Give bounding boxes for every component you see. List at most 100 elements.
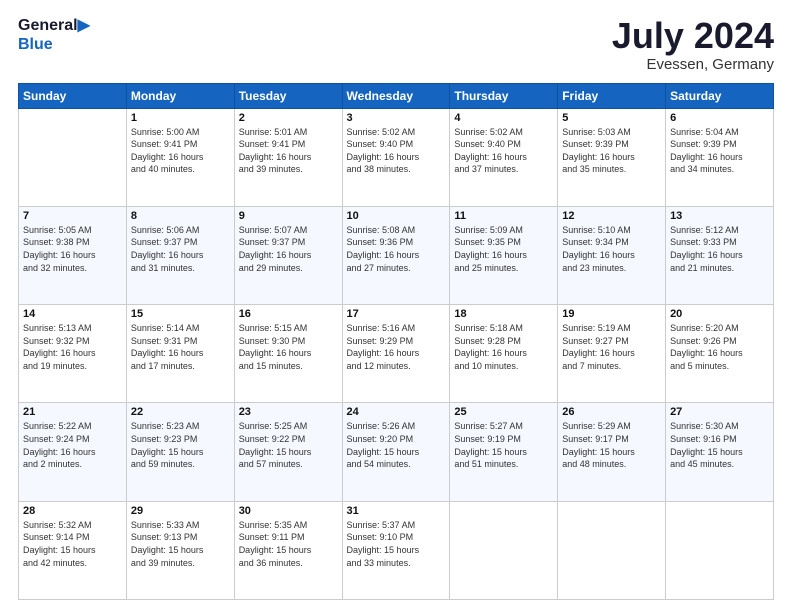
cell-info: Sunrise: 5:02 AMSunset: 9:40 PMDaylight:…	[347, 126, 446, 176]
day-number: 4	[454, 112, 553, 124]
day-number: 6	[670, 112, 769, 124]
day-number: 30	[239, 505, 338, 517]
calendar-cell: 28 Sunrise: 5:32 AMSunset: 9:14 PMDaylig…	[19, 501, 127, 599]
subtitle: Evessen, Germany	[612, 56, 774, 73]
calendar-cell: 11 Sunrise: 5:09 AMSunset: 9:35 PMDaylig…	[450, 206, 558, 304]
cell-info: Sunrise: 5:25 AMSunset: 9:22 PMDaylight:…	[239, 420, 338, 470]
calendar-cell: 15 Sunrise: 5:14 AMSunset: 9:31 PMDaylig…	[126, 305, 234, 403]
page: General▶ Blue July 2024 Evessen, Germany…	[0, 0, 792, 612]
logo: General▶ Blue	[18, 16, 90, 54]
cell-info: Sunrise: 5:16 AMSunset: 9:29 PMDaylight:…	[347, 322, 446, 372]
calendar-cell: 5 Sunrise: 5:03 AMSunset: 9:39 PMDayligh…	[558, 108, 666, 206]
day-number: 28	[23, 505, 122, 517]
calendar-cell: 22 Sunrise: 5:23 AMSunset: 9:23 PMDaylig…	[126, 403, 234, 501]
cell-info: Sunrise: 5:18 AMSunset: 9:28 PMDaylight:…	[454, 322, 553, 372]
calendar-cell: 8 Sunrise: 5:06 AMSunset: 9:37 PMDayligh…	[126, 206, 234, 304]
cell-info: Sunrise: 5:03 AMSunset: 9:39 PMDaylight:…	[562, 126, 661, 176]
day-number: 21	[23, 406, 122, 418]
calendar-cell: 2 Sunrise: 5:01 AMSunset: 9:41 PMDayligh…	[234, 108, 342, 206]
calendar-cell: 26 Sunrise: 5:29 AMSunset: 9:17 PMDaylig…	[558, 403, 666, 501]
cell-info: Sunrise: 5:19 AMSunset: 9:27 PMDaylight:…	[562, 322, 661, 372]
calendar-week-row: 7 Sunrise: 5:05 AMSunset: 9:38 PMDayligh…	[19, 206, 774, 304]
calendar-cell: 27 Sunrise: 5:30 AMSunset: 9:16 PMDaylig…	[666, 403, 774, 501]
cell-info: Sunrise: 5:05 AMSunset: 9:38 PMDaylight:…	[23, 224, 122, 274]
calendar-cell: 25 Sunrise: 5:27 AMSunset: 9:19 PMDaylig…	[450, 403, 558, 501]
day-number: 13	[670, 210, 769, 222]
day-number: 14	[23, 308, 122, 320]
day-number: 27	[670, 406, 769, 418]
calendar-cell	[666, 501, 774, 599]
calendar-cell: 31 Sunrise: 5:37 AMSunset: 9:10 PMDaylig…	[342, 501, 450, 599]
cell-info: Sunrise: 5:12 AMSunset: 9:33 PMDaylight:…	[670, 224, 769, 274]
day-number: 12	[562, 210, 661, 222]
calendar-cell: 13 Sunrise: 5:12 AMSunset: 9:33 PMDaylig…	[666, 206, 774, 304]
calendar-cell: 7 Sunrise: 5:05 AMSunset: 9:38 PMDayligh…	[19, 206, 127, 304]
day-number: 16	[239, 308, 338, 320]
calendar-cell: 10 Sunrise: 5:08 AMSunset: 9:36 PMDaylig…	[342, 206, 450, 304]
calendar-cell: 9 Sunrise: 5:07 AMSunset: 9:37 PMDayligh…	[234, 206, 342, 304]
cell-info: Sunrise: 5:37 AMSunset: 9:10 PMDaylight:…	[347, 519, 446, 569]
day-number: 10	[347, 210, 446, 222]
calendar-cell: 4 Sunrise: 5:02 AMSunset: 9:40 PMDayligh…	[450, 108, 558, 206]
calendar-cell	[450, 501, 558, 599]
day-number: 2	[239, 112, 338, 124]
calendar-cell: 16 Sunrise: 5:15 AMSunset: 9:30 PMDaylig…	[234, 305, 342, 403]
day-number: 17	[347, 308, 446, 320]
calendar-table: Sunday Monday Tuesday Wednesday Thursday…	[18, 83, 774, 600]
calendar-week-row: 21 Sunrise: 5:22 AMSunset: 9:24 PMDaylig…	[19, 403, 774, 501]
calendar-cell	[558, 501, 666, 599]
calendar-cell: 17 Sunrise: 5:16 AMSunset: 9:29 PMDaylig…	[342, 305, 450, 403]
cell-info: Sunrise: 5:27 AMSunset: 9:19 PMDaylight:…	[454, 420, 553, 470]
day-number: 8	[131, 210, 230, 222]
calendar-cell: 18 Sunrise: 5:18 AMSunset: 9:28 PMDaylig…	[450, 305, 558, 403]
day-number: 11	[454, 210, 553, 222]
day-number: 15	[131, 308, 230, 320]
day-number: 22	[131, 406, 230, 418]
day-number: 19	[562, 308, 661, 320]
cell-info: Sunrise: 5:33 AMSunset: 9:13 PMDaylight:…	[131, 519, 230, 569]
cell-info: Sunrise: 5:09 AMSunset: 9:35 PMDaylight:…	[454, 224, 553, 274]
calendar-week-row: 1 Sunrise: 5:00 AMSunset: 9:41 PMDayligh…	[19, 108, 774, 206]
cell-info: Sunrise: 5:10 AMSunset: 9:34 PMDaylight:…	[562, 224, 661, 274]
cell-info: Sunrise: 5:30 AMSunset: 9:16 PMDaylight:…	[670, 420, 769, 470]
calendar-cell: 21 Sunrise: 5:22 AMSunset: 9:24 PMDaylig…	[19, 403, 127, 501]
day-number: 29	[131, 505, 230, 517]
cell-info: Sunrise: 5:07 AMSunset: 9:37 PMDaylight:…	[239, 224, 338, 274]
header: General▶ Blue July 2024 Evessen, Germany	[18, 16, 774, 73]
day-number: 7	[23, 210, 122, 222]
col-sunday: Sunday	[19, 83, 127, 108]
calendar-cell: 1 Sunrise: 5:00 AMSunset: 9:41 PMDayligh…	[126, 108, 234, 206]
col-thursday: Thursday	[450, 83, 558, 108]
cell-info: Sunrise: 5:06 AMSunset: 9:37 PMDaylight:…	[131, 224, 230, 274]
calendar-week-row: 14 Sunrise: 5:13 AMSunset: 9:32 PMDaylig…	[19, 305, 774, 403]
cell-info: Sunrise: 5:00 AMSunset: 9:41 PMDaylight:…	[131, 126, 230, 176]
day-number: 18	[454, 308, 553, 320]
cell-info: Sunrise: 5:22 AMSunset: 9:24 PMDaylight:…	[23, 420, 122, 470]
col-monday: Monday	[126, 83, 234, 108]
day-number: 1	[131, 112, 230, 124]
day-number: 25	[454, 406, 553, 418]
calendar-cell: 14 Sunrise: 5:13 AMSunset: 9:32 PMDaylig…	[19, 305, 127, 403]
col-friday: Friday	[558, 83, 666, 108]
cell-info: Sunrise: 5:20 AMSunset: 9:26 PMDaylight:…	[670, 322, 769, 372]
cell-info: Sunrise: 5:04 AMSunset: 9:39 PMDaylight:…	[670, 126, 769, 176]
cell-info: Sunrise: 5:35 AMSunset: 9:11 PMDaylight:…	[239, 519, 338, 569]
cell-info: Sunrise: 5:01 AMSunset: 9:41 PMDaylight:…	[239, 126, 338, 176]
calendar-cell: 12 Sunrise: 5:10 AMSunset: 9:34 PMDaylig…	[558, 206, 666, 304]
day-number: 23	[239, 406, 338, 418]
logo-general: General▶	[18, 16, 90, 35]
main-title: July 2024	[612, 16, 774, 56]
calendar-cell	[19, 108, 127, 206]
day-number: 20	[670, 308, 769, 320]
calendar-cell: 6 Sunrise: 5:04 AMSunset: 9:39 PMDayligh…	[666, 108, 774, 206]
cell-info: Sunrise: 5:23 AMSunset: 9:23 PMDaylight:…	[131, 420, 230, 470]
cell-info: Sunrise: 5:13 AMSunset: 9:32 PMDaylight:…	[23, 322, 122, 372]
day-number: 9	[239, 210, 338, 222]
day-number: 3	[347, 112, 446, 124]
calendar-cell: 29 Sunrise: 5:33 AMSunset: 9:13 PMDaylig…	[126, 501, 234, 599]
cell-info: Sunrise: 5:15 AMSunset: 9:30 PMDaylight:…	[239, 322, 338, 372]
calendar-cell: 23 Sunrise: 5:25 AMSunset: 9:22 PMDaylig…	[234, 403, 342, 501]
col-saturday: Saturday	[666, 83, 774, 108]
calendar-body: 1 Sunrise: 5:00 AMSunset: 9:41 PMDayligh…	[19, 108, 774, 599]
cell-info: Sunrise: 5:14 AMSunset: 9:31 PMDaylight:…	[131, 322, 230, 372]
